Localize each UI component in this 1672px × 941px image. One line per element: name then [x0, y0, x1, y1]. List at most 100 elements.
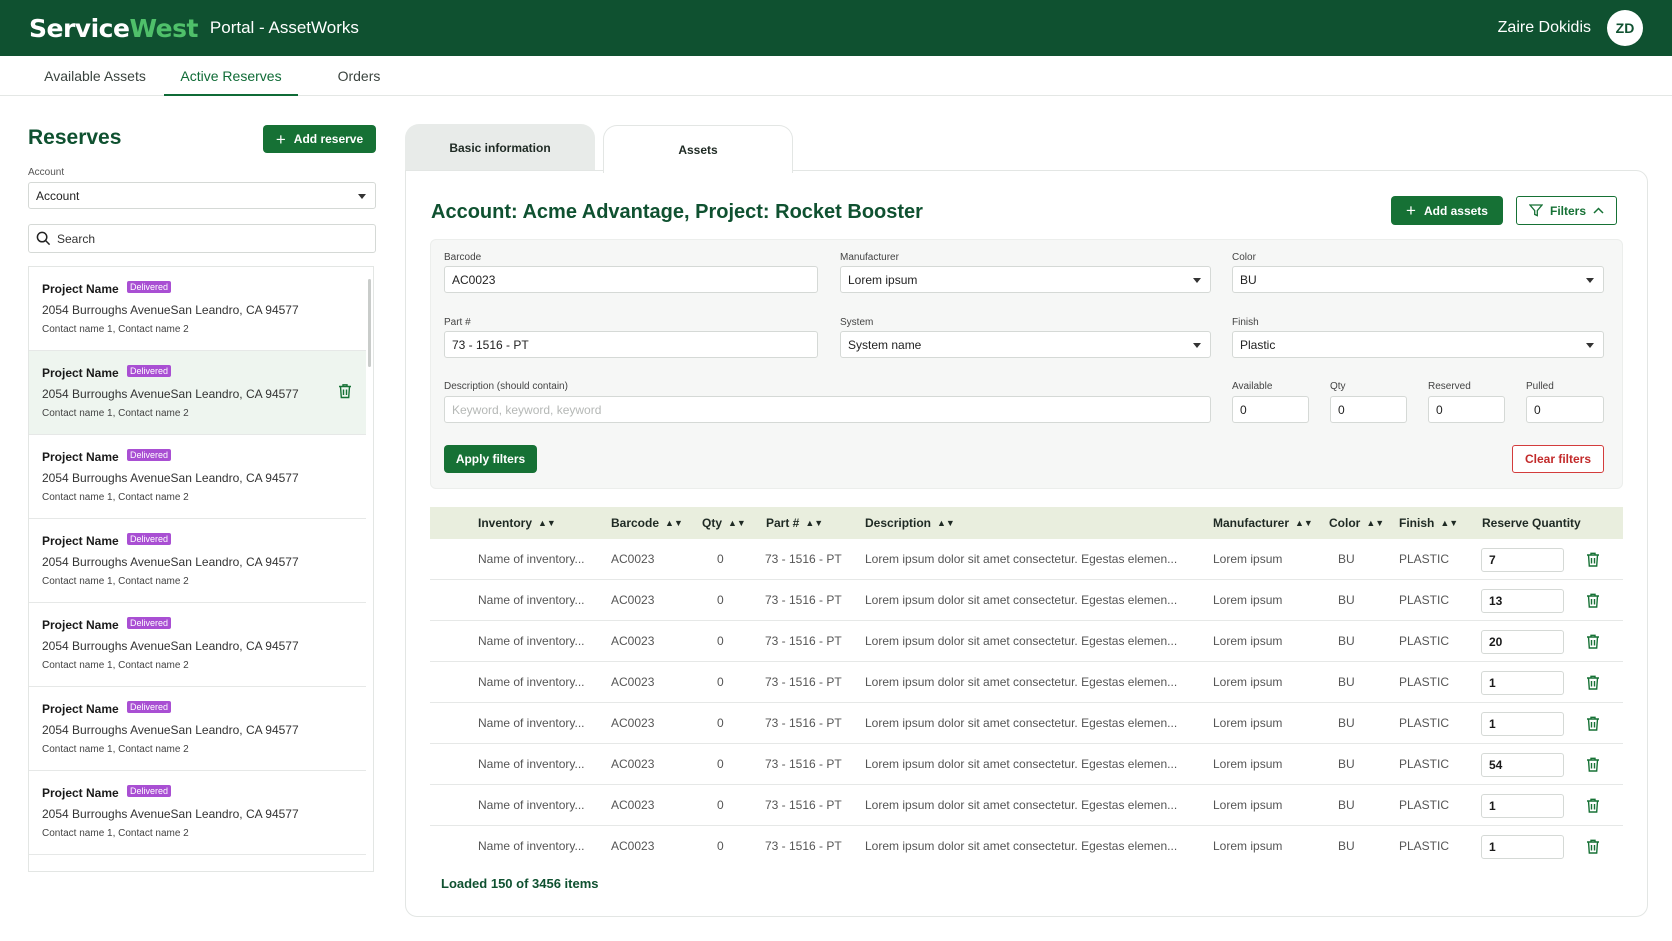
system-select[interactable]: System name [840, 331, 1211, 358]
col-part[interactable]: Part # ▲▼ [766, 507, 823, 539]
sort-icon[interactable]: ▲▼ [937, 507, 955, 539]
manufacturer-cell: Lorem ipsum [1213, 675, 1283, 689]
col-manufacturer[interactable]: Manufacturer ▲▼ [1213, 507, 1313, 539]
finish-select[interactable]: Plastic [1232, 331, 1604, 358]
description-input[interactable]: Keyword, keyword, keyword [444, 396, 1211, 423]
add-assets-button[interactable]: + Add assets [1391, 196, 1503, 225]
col-inventory[interactable]: Inventory ▲▼ [478, 507, 556, 539]
description-cell: Lorem ipsum dolor sit amet consectetur. … [865, 839, 1178, 853]
inventory-cell: Name of inventory... [478, 757, 585, 771]
account-select[interactable]: Account [28, 182, 376, 209]
project-contacts: Contact name 1, Contact name 2 [42, 408, 189, 419]
avatar[interactable]: ZD [1607, 10, 1643, 46]
col-description[interactable]: Description ▲▼ [865, 507, 955, 539]
reserve-quantity-input[interactable]: 7 [1481, 548, 1564, 572]
trash-icon[interactable] [1586, 592, 1600, 609]
project-contacts: Contact name 1, Contact name 2 [42, 492, 189, 503]
reserve-quantity-input[interactable]: 1 [1481, 671, 1564, 695]
user-menu[interactable]: Zaire Dokidis ZD [1498, 10, 1643, 46]
list-item[interactable]: Project Name Delivered 2054 Burroughs Av… [29, 771, 366, 855]
sort-icon[interactable]: ▲▼ [665, 507, 683, 539]
sort-icon[interactable]: ▲▼ [538, 507, 556, 539]
list-item[interactable]: Project Name Delivered 2054 Burroughs Av… [29, 687, 366, 771]
reserve-quantity-input[interactable]: 1 [1481, 835, 1564, 859]
table-row[interactable]: Name of inventory... AC0023 0 73 - 1516 - P… [430, 826, 1623, 860]
nav-tab-active-reserves[interactable]: Active Reserves [164, 56, 298, 96]
barcode-input[interactable]: AC0023 [444, 266, 818, 293]
col-qty[interactable]: Qty ▲▼ [702, 507, 746, 539]
col-finish[interactable]: Finish ▲▼ [1399, 507, 1458, 539]
table-row[interactable]: Name of inventory... AC0023 0 73 - 1516 - P… [430, 703, 1623, 744]
trash-icon[interactable] [1586, 756, 1600, 773]
reserve-quantity-input[interactable]: 1 [1481, 794, 1564, 818]
sort-icon[interactable]: ▲▼ [805, 507, 823, 539]
qty-cell: 0 [717, 634, 724, 648]
reserve-quantity-input[interactable]: 54 [1481, 753, 1564, 777]
add-reserve-button[interactable]: + Add reserve [263, 125, 376, 153]
filters-label: Filters [1549, 203, 1586, 218]
table-row[interactable]: Name of inventory... AC0023 0 73 - 1516 - P… [430, 744, 1623, 785]
qty-input[interactable]: 0 [1330, 396, 1407, 423]
barcode-cell: AC0023 [611, 716, 655, 730]
qty-cell: 0 [717, 716, 724, 730]
trash-icon[interactable] [1586, 715, 1600, 732]
part-input[interactable]: 73 - 1516 - PT [444, 331, 818, 358]
table-header: Inventory ▲▼ Barcode ▲▼ Qty ▲▼ Part # ▲▼ Des… [430, 507, 1623, 539]
available-input[interactable]: 0 [1232, 396, 1309, 423]
filters-toggle-button[interactable]: Filters [1516, 196, 1617, 225]
project-contacts: Contact name 1, Contact name 2 [42, 576, 189, 587]
trash-icon[interactable] [1586, 838, 1600, 855]
reserve-quantity-input[interactable]: 1 [1481, 712, 1564, 736]
brand-logo[interactable]: ServiceWest [29, 14, 198, 43]
inventory-cell: Name of inventory... [478, 593, 585, 607]
sort-icon[interactable]: ▲▼ [1366, 507, 1384, 539]
reserved-input[interactable]: 0 [1428, 396, 1505, 423]
list-item[interactable]: Project Name Delivered 2054 Burroughs Av… [29, 435, 366, 519]
pulled-input[interactable]: 0 [1526, 396, 1604, 423]
top-bar: ServiceWest Portal - AssetWorks Zaire Do… [0, 0, 1672, 56]
tab-assets[interactable]: Assets [603, 125, 793, 173]
trash-icon[interactable] [1586, 674, 1600, 691]
col-reserve-quantity: Reserve Quantity [1482, 516, 1581, 530]
status-badge: Delivered [127, 365, 172, 377]
color-select[interactable]: BU [1232, 266, 1604, 293]
table-row[interactable]: Name of inventory... AC0023 0 73 - 1516 - P… [430, 580, 1623, 621]
table-row[interactable]: Name of inventory... AC0023 0 73 - 1516 - P… [430, 621, 1623, 662]
account-label: Account [28, 167, 65, 178]
barcode-cell: AC0023 [611, 839, 655, 853]
nav-tab-available-assets[interactable]: Available Assets [40, 56, 150, 96]
color-cell: BU [1338, 552, 1355, 566]
search-input[interactable]: Search [28, 224, 376, 253]
sort-icon[interactable]: ▲▼ [1295, 507, 1313, 539]
table-row[interactable]: Name of inventory... AC0023 0 73 - 1516 - P… [430, 785, 1623, 826]
chevron-down-icon [1586, 342, 1594, 348]
trash-icon[interactable] [338, 383, 352, 399]
list-scrollbar[interactable] [368, 279, 371, 367]
reserve-quantity-input[interactable]: 13 [1481, 589, 1564, 613]
color-select-value: BU [1240, 272, 1257, 287]
chevron-down-icon [1586, 277, 1594, 283]
tab-basic-information[interactable]: Basic information [405, 124, 595, 172]
trash-icon[interactable] [1586, 551, 1600, 568]
list-item[interactable]: Project Name Delivered 2054 Burroughs Av… [29, 603, 366, 687]
list-item[interactable]: Project Name Delivered 2054 Burroughs Av… [29, 519, 366, 603]
reserve-list[interactable]: Project Name Delivered 2054 Burroughs Av… [28, 266, 374, 872]
trash-icon[interactable] [1586, 633, 1600, 650]
list-item[interactable]: Project Name Delivered 2054 Burroughs Av… [29, 267, 366, 351]
sidebar-title: Reserves [28, 126, 122, 149]
col-barcode[interactable]: Barcode ▲▼ [611, 507, 683, 539]
sort-icon[interactable]: ▲▼ [1440, 507, 1458, 539]
barcode-cell: AC0023 [611, 675, 655, 689]
col-color[interactable]: Color ▲▼ [1329, 507, 1384, 539]
trash-icon[interactable] [1586, 797, 1600, 814]
nav-tab-orders[interactable]: Orders [330, 56, 388, 96]
manufacturer-select[interactable]: Lorem ipsum [840, 266, 1211, 293]
table-row[interactable]: Name of inventory... AC0023 0 73 - 1516 - P… [430, 539, 1623, 580]
qty-cell: 0 [717, 593, 724, 607]
table-row[interactable]: Name of inventory... AC0023 0 73 - 1516 - P… [430, 662, 1623, 703]
sort-icon[interactable]: ▲▼ [728, 507, 746, 539]
reserve-quantity-input[interactable]: 20 [1481, 630, 1564, 654]
list-item-selected[interactable]: Project Name Delivered 2054 Burroughs Av… [29, 351, 366, 435]
apply-filters-button[interactable]: Apply filters [444, 445, 537, 473]
clear-filters-button[interactable]: Clear filters [1512, 445, 1604, 473]
